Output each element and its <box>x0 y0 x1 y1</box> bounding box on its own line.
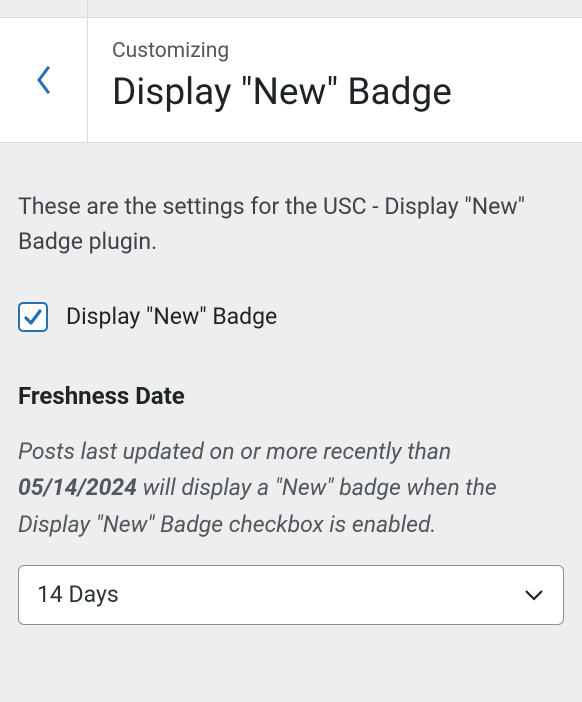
freshness-heading: Freshness Date <box>18 382 564 410</box>
freshness-select-value: 14 Days <box>37 581 119 608</box>
top-strip-left <box>0 0 88 17</box>
chevron-down-icon <box>523 588 545 602</box>
header-eyebrow: Customizing <box>112 38 562 65</box>
display-badge-label[interactable]: Display "New" Badge <box>66 303 277 330</box>
freshness-desc-pre: Posts last updated on or more recently t… <box>18 438 451 465</box>
chevron-left-icon <box>33 63 55 97</box>
freshness-select[interactable]: 14 Days <box>18 565 564 625</box>
freshness-date: 05/14/2024 <box>18 474 137 501</box>
header-title-area: Customizing Display "New" Badge <box>88 18 582 142</box>
display-badge-checkbox[interactable] <box>18 302 48 332</box>
check-icon <box>23 307 43 327</box>
section-description: These are the settings for the USC - Dis… <box>18 189 564 260</box>
content-area: These are the settings for the USC - Dis… <box>0 143 582 643</box>
customizer-header: Customizing Display "New" Badge <box>0 18 582 143</box>
page-title: Display "New" Badge <box>112 71 562 115</box>
back-button[interactable] <box>0 18 88 142</box>
freshness-description: Posts last updated on or more recently t… <box>18 434 564 543</box>
top-strip <box>0 0 582 18</box>
display-badge-control: Display "New" Badge <box>18 302 564 332</box>
